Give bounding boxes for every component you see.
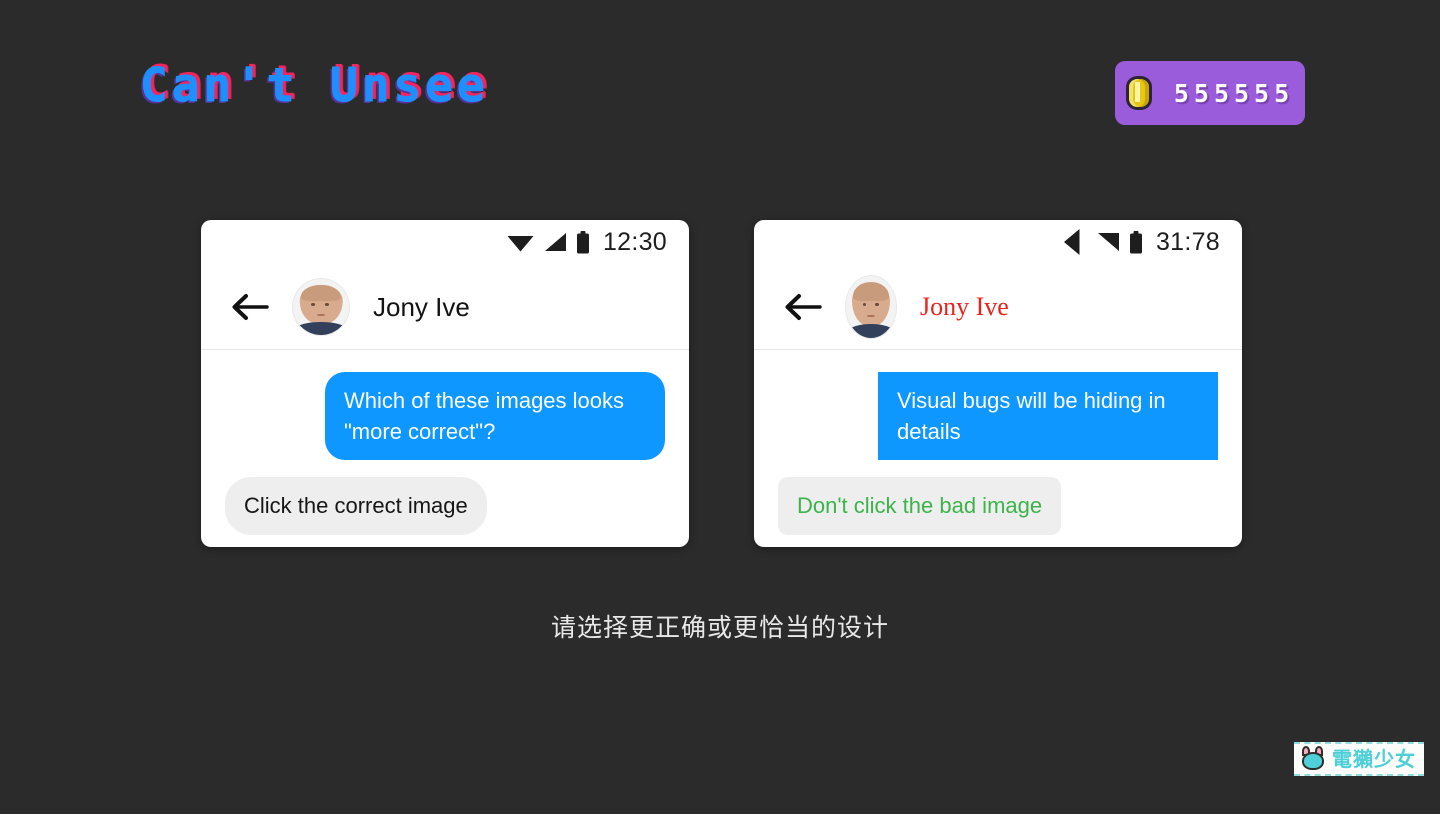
message-row: Don't click the bad image [778,477,1218,535]
comparison-board: 12:30 Jony Ive Which of these images loo… [0,220,1440,550]
message-bubble-outgoing: Which of these images looks "more correc… [325,372,665,461]
contact-name: Jony Ive [373,291,470,322]
message-row: Which of these images looks "more correc… [225,372,665,461]
message-list-left: Which of these images looks "more correc… [201,350,689,535]
conversation-header-left: Jony Ive [201,264,689,350]
battery-icon [1129,230,1142,253]
option-right-buggy[interactable]: 31:78 Jony Ive Visual bugs will be hidin… [754,220,1242,547]
option-left-correct[interactable]: 12:30 Jony Ive Which of these images loo… [201,220,689,547]
contact-name: Jony Ive [920,291,1009,321]
message-row: Visual bugs will be hiding in details [778,372,1218,461]
coin-icon [1125,76,1152,110]
coin-count-label: 555555 [1173,78,1295,108]
statusbar-right: 31:78 [754,220,1242,264]
wifi-icon [507,236,534,252]
conversation-header-right: Jony Ive [754,264,1242,350]
avatar[interactable] [846,275,896,338]
message-list-right: Visual bugs will be hiding in details Do… [754,350,1242,535]
instruction-caption: 请选择更正确或更恰当的设计 [550,613,889,642]
status-clock: 31:78 [1155,227,1220,256]
message-bubble-outgoing: Visual bugs will be hiding in details [878,372,1218,461]
coin-counter[interactable]: 555555 [1115,61,1305,125]
avatar[interactable] [293,278,349,335]
message-bubble-incoming: Don't click the bad image [778,477,1062,535]
statusbar-left: 12:30 [201,220,689,264]
watermark: 電獺少女 [1294,742,1424,776]
message-bubble-incoming: Click the correct image [225,477,487,535]
battery-icon [576,230,589,253]
otter-mascot-icon [1300,746,1326,772]
app-logo[interactable]: Can't Unsee [140,62,489,109]
signal-icon [1097,233,1119,251]
app-header: Can't Unsee 555555 [0,0,1440,186]
wifi-icon [1063,229,1080,255]
back-arrow-icon[interactable] [784,292,822,322]
back-arrow-icon[interactable] [231,292,269,322]
signal-icon [544,233,566,251]
watermark-label: 電獺少女 [1332,747,1416,771]
status-clock: 12:30 [602,227,667,256]
message-row: Click the correct image [225,477,665,535]
